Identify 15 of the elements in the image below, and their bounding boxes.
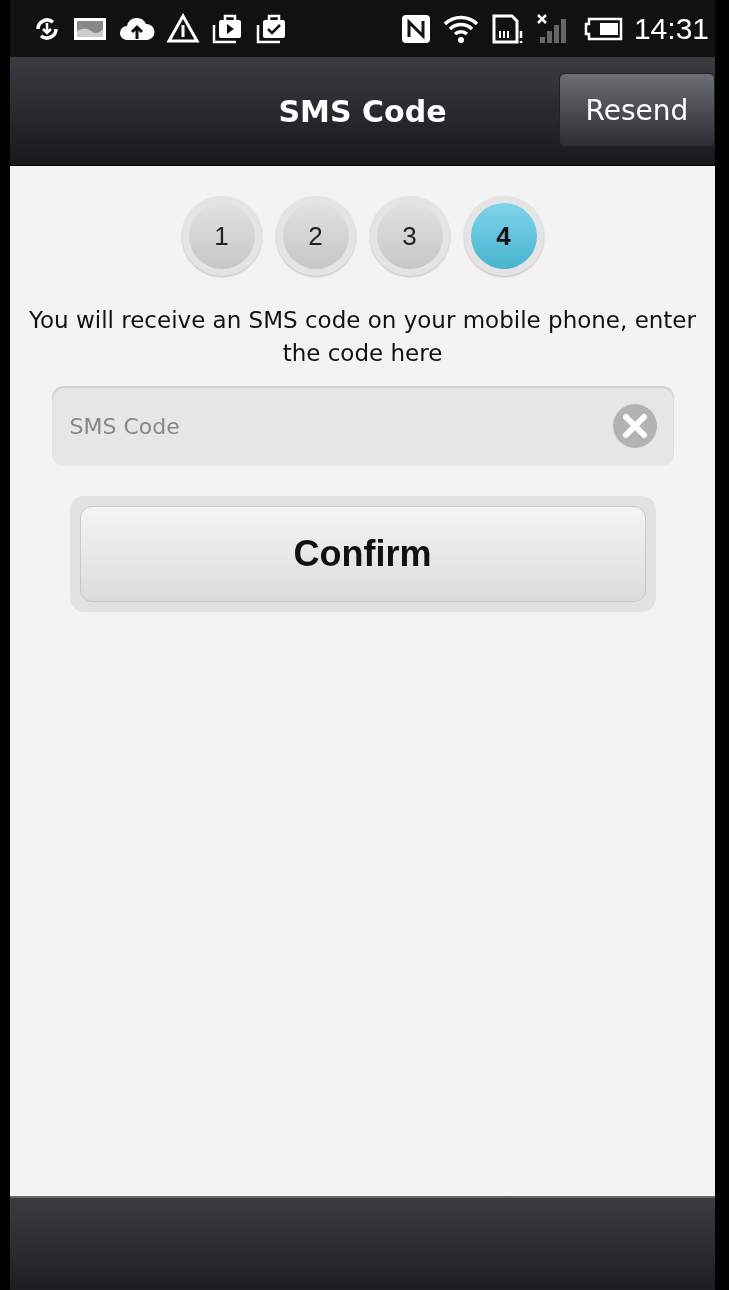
clear-icon[interactable] [611, 403, 658, 449]
check-bag-icon [254, 12, 288, 45]
warning-icon [166, 12, 200, 45]
step-indicator: 4 [470, 203, 537, 269]
sms-code-field[interactable]: SMS Code [51, 386, 674, 466]
instruction-text: You will receive an SMS code on your mobile phone, enter the code here [28, 306, 697, 368]
resend-button[interactable]: Resend [559, 73, 715, 147]
nfc-icon [399, 12, 432, 45]
confirm-button[interactable]: Confirm [79, 506, 646, 602]
step-indicator: 1 [188, 203, 255, 269]
step-indicator: 2 [282, 203, 349, 269]
status-time: 14:31 [633, 11, 709, 46]
screen-title: SMS Code [278, 93, 447, 129]
play-bag-icon [210, 12, 244, 45]
step-indicator: 3 [376, 203, 443, 269]
